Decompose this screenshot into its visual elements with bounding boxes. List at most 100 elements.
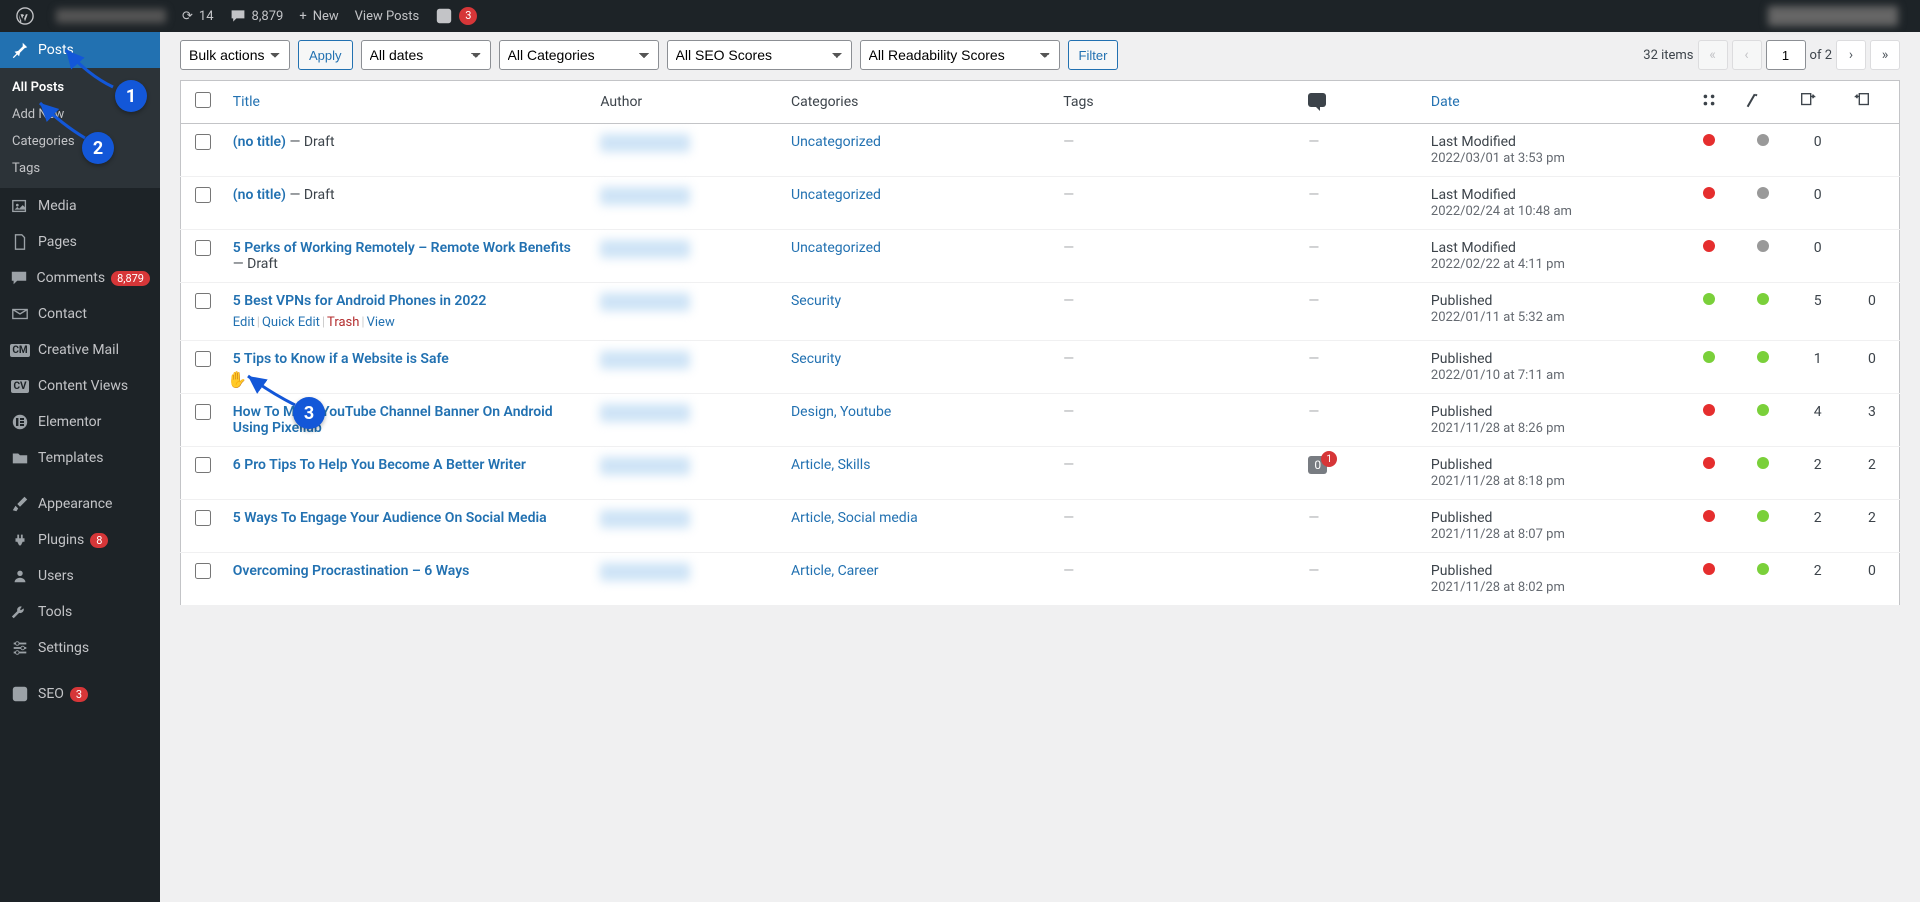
post-title-link[interactable]: Overcoming Procrastination – 6 Ways [233,563,470,579]
date-status: Last Modified [1431,134,1516,150]
row-checkbox[interactable] [195,457,211,473]
menu-comments[interactable]: Comments8,879 [0,260,160,296]
menu-content-views[interactable]: CVContent Views [0,368,160,404]
seo-score-dot [1703,240,1715,252]
row-checkbox[interactable] [195,240,211,256]
user-account[interactable] [1760,0,1912,32]
col-title[interactable]: Title [233,94,260,110]
menu-plugins[interactable]: Plugins8 [0,522,160,558]
prev-page[interactable]: ‹ [1732,40,1762,70]
apply-button[interactable]: Apply [298,40,353,70]
category-link[interactable]: Security [791,293,841,309]
updates[interactable]: ⟳14 [174,0,222,32]
view-posts[interactable]: View Posts [347,0,428,32]
post-title-link[interactable]: 5 Tips to Know if a Website is Safe [233,351,449,367]
plugins-badge: 8 [90,533,108,548]
row-checkbox[interactable] [195,404,211,420]
menu-creative-mail[interactable]: CMCreative Mail [0,332,160,368]
row-checkbox[interactable] [195,563,211,579]
trash-link[interactable]: Trash [327,315,359,330]
tags-value: — [1063,351,1074,367]
date-value: 2021/11/28 at 8:18 pm [1431,474,1565,489]
row-checkbox[interactable] [195,134,211,150]
settings-icon [10,638,30,658]
menu-contact[interactable]: Contact [0,296,160,332]
wp-logo[interactable] [8,0,48,32]
category-link[interactable]: Uncategorized [791,187,881,203]
edit-link[interactable]: Edit [233,315,255,330]
post-title-link[interactable]: 5 Best VPNs for Android Phones in 2022 [233,293,487,309]
menu-settings[interactable]: Settings [0,630,160,666]
col-date[interactable]: Date [1431,94,1460,110]
date-value: 2022/01/11 at 5:32 am [1431,310,1565,325]
row-actions: Edit|Quick Edit|Trash|View [233,315,585,330]
readability-score-dot [1757,351,1769,363]
view-link[interactable]: View [367,315,395,330]
category-link[interactable]: Article, Social media [791,510,918,526]
select-all-checkbox[interactable] [195,92,211,108]
quick-edit-link[interactable]: Quick Edit [262,315,320,330]
col-author: Author [592,81,783,124]
site-name[interactable] [48,0,174,32]
items-count: 32 items [1643,48,1693,63]
category-link[interactable]: Uncategorized [791,240,881,256]
category-link[interactable]: Article, Skills [791,457,870,473]
mail-icon [10,304,30,324]
comment-count[interactable]: 01 [1308,457,1327,473]
main-content: Bulk actions Apply All dates All Categor… [160,32,1920,626]
category-link[interactable]: Uncategorized [791,134,881,150]
yoast-notifications[interactable]: 3 [427,0,485,32]
current-page-input[interactable] [1766,40,1806,70]
date-status: Last Modified [1431,187,1516,203]
row-checkbox[interactable] [195,187,211,203]
menu-tools[interactable]: Tools [0,594,160,630]
post-title-link[interactable]: 5 Ways To Engage Your Audience On Social… [233,510,547,526]
plugin-icon [10,530,30,550]
menu-seo[interactable]: SEO3 [0,676,160,712]
category-link[interactable]: Article, Career [791,563,879,579]
tags-value: — [1063,510,1074,526]
annotation-1: 1 [115,80,147,112]
menu-media[interactable]: Media [0,188,160,224]
internal-links-count: 0 [1868,293,1876,309]
filter-button[interactable]: Filter [1068,40,1119,70]
first-page[interactable]: « [1698,40,1728,70]
date-value: 2022/02/22 at 4:11 pm [1431,257,1565,272]
post-title-link[interactable]: (no title) [233,187,286,203]
category-link[interactable]: Security [791,351,841,367]
filter-readability[interactable]: All Readability Scores [860,40,1060,70]
seo-score-dot [1703,404,1715,416]
filter-dates[interactable]: All dates [361,40,491,70]
readability-score-dot [1757,187,1769,199]
row-checkbox[interactable] [195,351,211,367]
seo-score-dot [1703,457,1715,469]
filter-categories[interactable]: All Categories [499,40,659,70]
new-content[interactable]: +New [291,0,346,32]
admin-sidebar: Posts All Posts Add New Categories Tags … [0,32,160,902]
menu-appearance[interactable]: Appearance [0,486,160,522]
menu-templates[interactable]: Templates [0,440,160,476]
post-title-link[interactable]: 6 Pro Tips To Help You Become A Better W… [233,457,526,473]
filter-seo[interactable]: All SEO Scores [667,40,852,70]
menu-users[interactable]: Users [0,558,160,594]
date-value: 2022/02/24 at 10:48 am [1431,204,1572,219]
last-page[interactable]: » [1870,40,1900,70]
comments-link[interactable]: 8,879 [222,0,292,32]
category-link[interactable]: Design, Youtube [791,404,891,420]
table-row: 5 Ways To Engage Your Audience On Social… [181,500,1900,553]
bulk-actions-select[interactable]: Bulk actions [180,40,290,70]
next-page[interactable]: › [1836,40,1866,70]
post-title-link[interactable]: 5 Perks of Working Remotely – Remote Wor… [233,240,571,256]
menu-elementor[interactable]: Elementor [0,404,160,440]
row-checkbox[interactable] [195,293,211,309]
pin-icon [10,40,30,60]
col-readability [1736,81,1790,124]
post-title-link[interactable]: (no title) [233,134,286,150]
admin-bar: ⟳14 8,879 +New View Posts 3 [0,0,1920,32]
row-checkbox[interactable] [195,510,211,526]
submenu-tags[interactable]: Tags [0,155,160,182]
author-blurred [600,187,690,205]
menu-pages[interactable]: Pages [0,224,160,260]
date-status: Published [1431,351,1492,367]
col-comments[interactable] [1300,81,1423,124]
